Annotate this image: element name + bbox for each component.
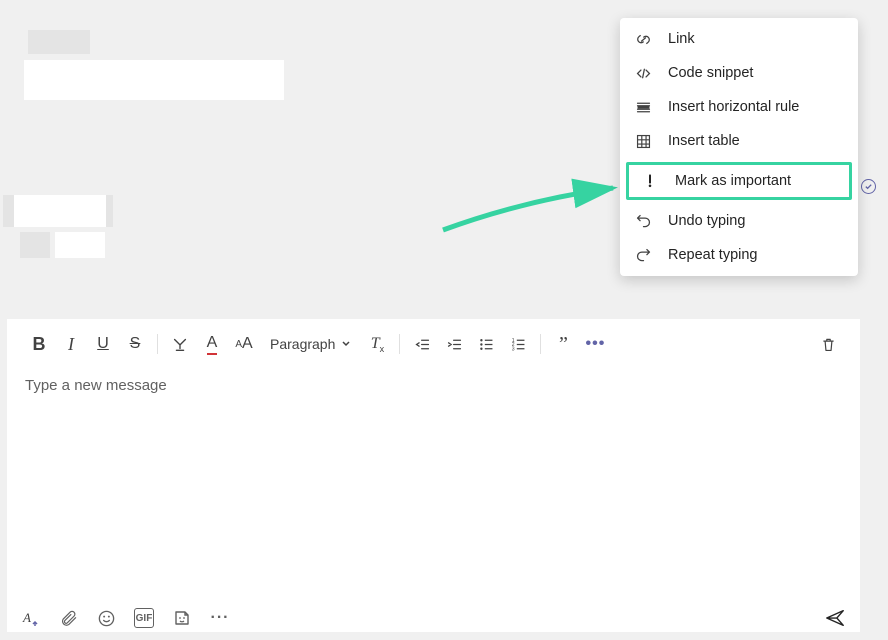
- menu-undo[interactable]: Undo typing: [620, 204, 858, 238]
- bg-block: [28, 30, 90, 54]
- clear-format-button[interactable]: Tx: [361, 329, 393, 359]
- more-options-menu: Link Code snippet Insert horizontal rule…: [620, 18, 858, 276]
- menu-mark-important[interactable]: Mark as important: [626, 162, 852, 200]
- bg-block: [55, 232, 105, 258]
- gif-button[interactable]: GIF: [133, 607, 155, 629]
- sticker-button[interactable]: [171, 607, 193, 629]
- menu-redo-label: Repeat typing: [668, 247, 757, 263]
- format-toggle-button[interactable]: A: [19, 607, 41, 629]
- bold-button[interactable]: B: [23, 329, 55, 359]
- message-placeholder: Type a new message: [25, 377, 167, 394]
- paragraph-style-dropdown[interactable]: Paragraph: [260, 329, 361, 359]
- toolbar-divider: [157, 334, 158, 354]
- menu-link-label: Link: [668, 31, 695, 47]
- annotation-arrow: [435, 170, 625, 240]
- bg-block: [14, 195, 106, 227]
- outdent-button[interactable]: [406, 329, 438, 359]
- font-color-button[interactable]: A: [196, 329, 228, 359]
- menu-undo-label: Undo typing: [668, 213, 745, 229]
- strike-button[interactable]: S: [119, 329, 151, 359]
- seen-check-icon: [861, 179, 876, 194]
- bulleted-list-button[interactable]: [470, 329, 502, 359]
- toolbar-divider: [540, 334, 541, 354]
- chevron-down-icon: [341, 339, 351, 349]
- important-icon: [641, 172, 659, 190]
- indent-button[interactable]: [438, 329, 470, 359]
- more-actions-button[interactable]: ···: [209, 607, 231, 629]
- redo-icon: [634, 246, 652, 264]
- menu-horizontal-rule[interactable]: Insert horizontal rule: [620, 90, 858, 124]
- toolbar-divider: [399, 334, 400, 354]
- menu-insert-table[interactable]: Insert table: [620, 124, 858, 158]
- more-button[interactable]: •••: [579, 329, 611, 359]
- attach-button[interactable]: [57, 607, 79, 629]
- bg-block: [24, 60, 284, 100]
- highlight-button[interactable]: [164, 329, 196, 359]
- menu-table-label: Insert table: [668, 133, 740, 149]
- table-icon: [634, 132, 652, 150]
- menu-code-label: Code snippet: [668, 65, 753, 81]
- delete-button[interactable]: [812, 329, 844, 359]
- gif-label: GIF: [134, 608, 154, 628]
- menu-important-label: Mark as important: [675, 173, 791, 189]
- bg-block: [20, 232, 50, 258]
- svg-text:3: 3: [512, 346, 515, 352]
- message-input[interactable]: Type a new message: [7, 367, 860, 599]
- link-icon: [634, 30, 652, 48]
- menu-code-snippet[interactable]: Code snippet: [620, 56, 858, 90]
- undo-icon: [634, 212, 652, 230]
- numbered-list-button[interactable]: 123: [502, 329, 534, 359]
- font-size-button[interactable]: AA: [228, 329, 260, 359]
- svg-text:A: A: [22, 610, 31, 625]
- send-button[interactable]: [824, 607, 846, 629]
- compose-box: B I U S A AA Paragraph Tx 123 ” •••: [7, 319, 860, 632]
- quote-button[interactable]: ”: [547, 329, 579, 359]
- hr-icon: [634, 98, 652, 116]
- emoji-button[interactable]: [95, 607, 117, 629]
- italic-button[interactable]: I: [55, 329, 87, 359]
- underline-button[interactable]: U: [87, 329, 119, 359]
- paragraph-label: Paragraph: [270, 336, 335, 352]
- code-icon: [634, 64, 652, 82]
- menu-link[interactable]: Link: [620, 22, 858, 56]
- compose-actions: A GIF ···: [7, 599, 860, 632]
- menu-redo[interactable]: Repeat typing: [620, 238, 858, 272]
- format-toolbar: B I U S A AA Paragraph Tx 123 ” •••: [7, 319, 860, 367]
- menu-hr-label: Insert horizontal rule: [668, 99, 799, 115]
